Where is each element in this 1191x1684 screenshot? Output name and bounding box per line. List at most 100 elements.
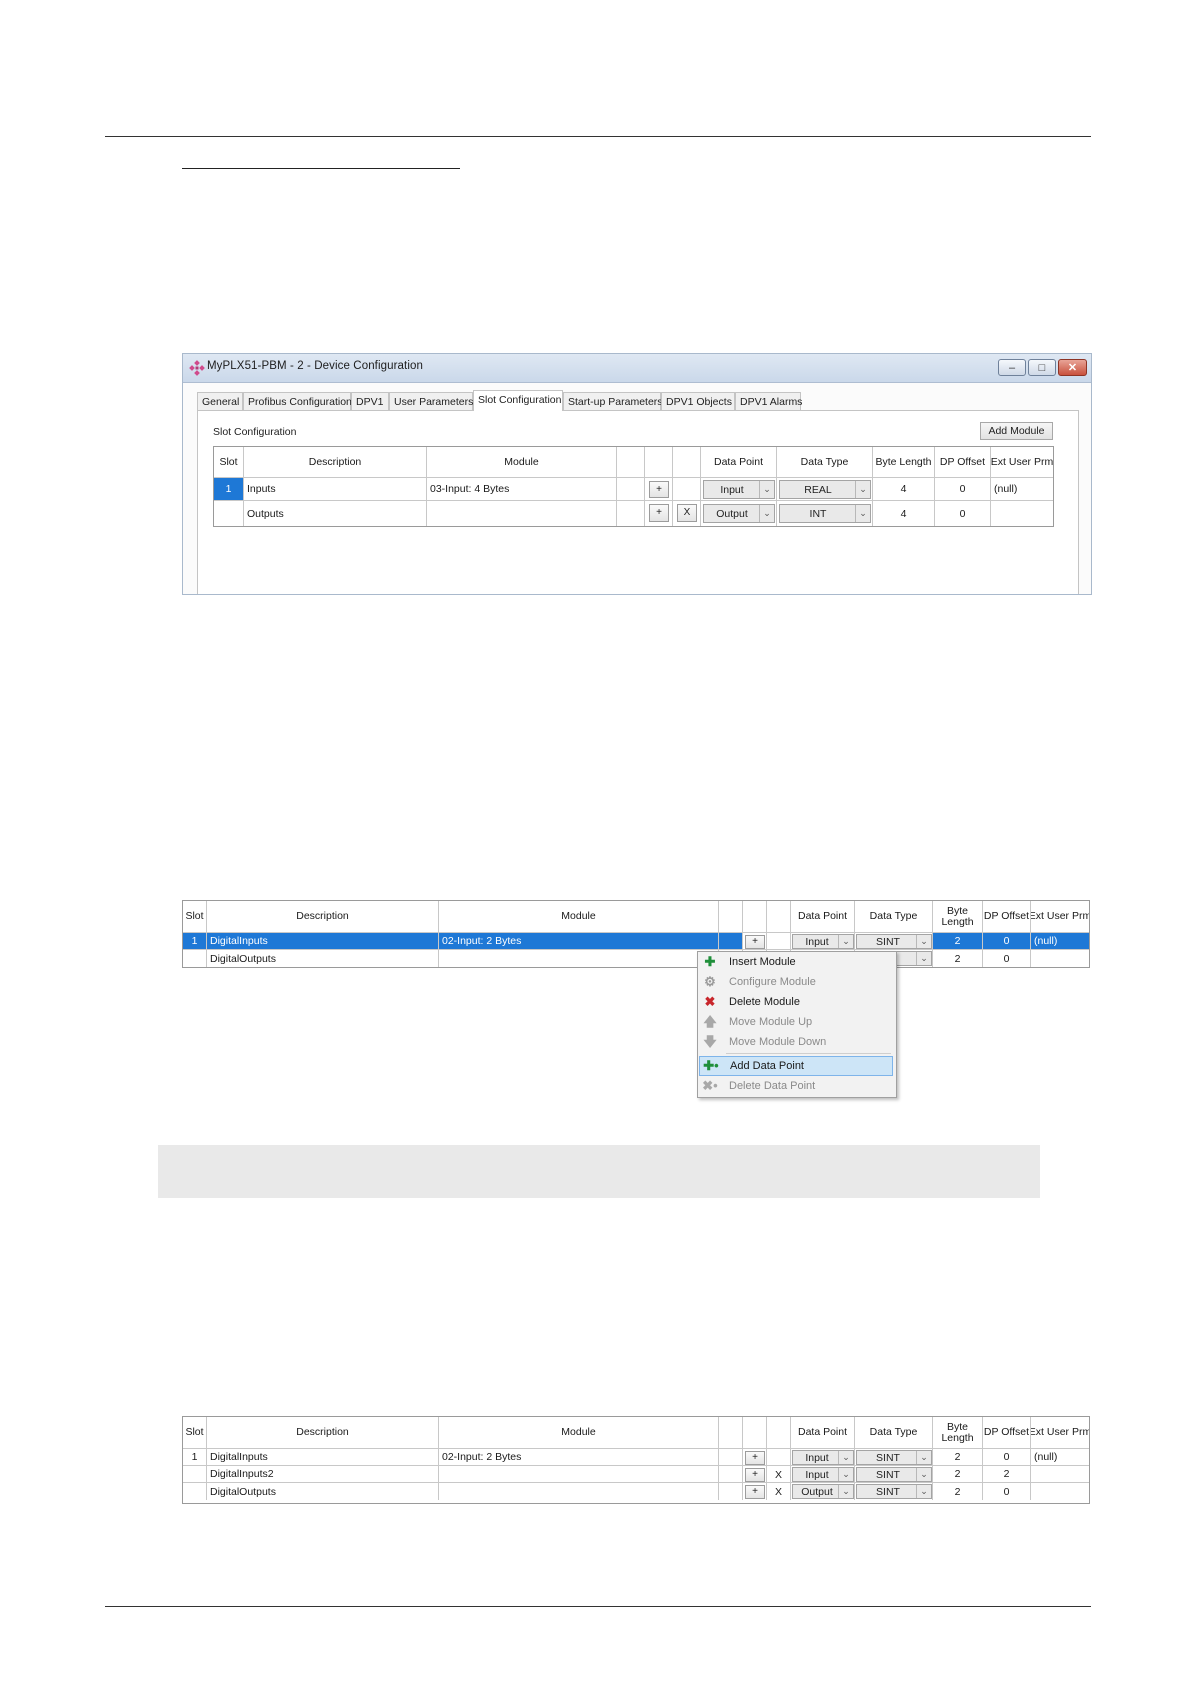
arrow-down-icon: 🡇 bbox=[703, 1034, 717, 1049]
col-header-data-point: Data Point bbox=[791, 901, 855, 933]
row1-data-point-select[interactable]: Input ⌄ bbox=[792, 934, 854, 949]
chevron-down-icon: ⌄ bbox=[759, 505, 774, 522]
row1-data-type-select[interactable]: SINT ⌄ bbox=[856, 1450, 932, 1465]
row2-ext-user-prm[interactable] bbox=[991, 501, 1053, 526]
add-module-button[interactable]: Add Module bbox=[980, 422, 1053, 440]
menu-configure-module[interactable]: ⚙ Configure Module bbox=[698, 972, 894, 992]
row2-data-point-select[interactable]: Output ⌄ bbox=[703, 504, 775, 523]
row1-byte-length[interactable]: 2 bbox=[933, 1449, 983, 1466]
row3-data-type-select[interactable]: SINT ⌄ bbox=[856, 1484, 932, 1499]
row1-description[interactable]: Inputs bbox=[244, 478, 427, 501]
row1-ext-user-prm[interactable]: (null) bbox=[991, 478, 1053, 501]
menu-delete-module[interactable]: ✖ Delete Module bbox=[698, 992, 894, 1012]
col-header-dp-offset: DP Offset bbox=[983, 1417, 1031, 1449]
row1-data-point-select[interactable]: Input ⌄ bbox=[792, 1450, 854, 1465]
row1-module[interactable]: 03-Input: 4 Bytes bbox=[427, 478, 617, 501]
row3-byte-length[interactable]: 2 bbox=[933, 1483, 983, 1500]
menu-delete-data-point[interactable]: ✖• Delete Data Point bbox=[698, 1076, 894, 1096]
row2-slot[interactable] bbox=[183, 1466, 207, 1483]
col-header-data-type: Data Type bbox=[855, 901, 933, 933]
row2-byte-length[interactable]: 4 bbox=[873, 501, 935, 526]
row1-data-type-select[interactable]: SINT ⌄ bbox=[856, 934, 932, 949]
col-header-blank-3 bbox=[767, 1417, 791, 1449]
tab-general[interactable]: General bbox=[197, 392, 243, 410]
note-box bbox=[158, 1145, 1040, 1198]
maximize-button[interactable]: □ bbox=[1028, 359, 1056, 376]
row2-byte-length[interactable]: 2 bbox=[933, 950, 983, 967]
row2-data-type-select[interactable]: SINT ⌄ bbox=[856, 1467, 932, 1482]
row2-byte-length[interactable]: 2 bbox=[933, 1466, 983, 1483]
row3-data-point-select[interactable]: Output ⌄ bbox=[792, 1484, 854, 1499]
row2-description[interactable]: Outputs bbox=[244, 501, 427, 526]
row1-byte-length[interactable]: 2 bbox=[933, 933, 983, 950]
row2-module[interactable] bbox=[439, 950, 719, 967]
row1-description[interactable]: DigitalInputs bbox=[207, 1449, 439, 1466]
col-header-slot: Slot bbox=[183, 1417, 207, 1449]
tab-profibus-configuration[interactable]: Profibus Configuration bbox=[243, 392, 352, 410]
row1-module[interactable]: 02-Input: 2 Bytes bbox=[439, 1449, 719, 1466]
chevron-down-icon: ⌄ bbox=[855, 481, 870, 498]
close-button[interactable]: ✕ bbox=[1058, 359, 1087, 376]
row1-module[interactable]: 02-Input: 2 Bytes bbox=[439, 933, 719, 950]
row2-description[interactable]: DigitalOutputs bbox=[207, 950, 439, 967]
menu-move-module-up[interactable]: 🡅 Move Module Up bbox=[698, 1012, 894, 1032]
row2-delete-data-point-button[interactable]: X bbox=[767, 1466, 791, 1483]
minimize-button[interactable]: – bbox=[998, 359, 1026, 376]
row2-module[interactable] bbox=[427, 501, 617, 526]
row1-blank bbox=[719, 933, 743, 950]
menu-add-data-point[interactable]: ✚• Add Data Point bbox=[699, 1056, 893, 1076]
row1-slot[interactable]: 1 bbox=[183, 1449, 207, 1466]
row2-data-type-select[interactable]: INT ⌄ bbox=[779, 504, 871, 523]
tab-dpv1-alarms[interactable]: DPV1 Alarms bbox=[735, 392, 802, 410]
tab-startup-parameters[interactable]: Start-up Parameters bbox=[563, 392, 663, 410]
window-titlebar: MyPLX51-PBM - 2 - Device Configuration –… bbox=[183, 354, 1091, 383]
row2-data-point-value: Input bbox=[805, 1468, 829, 1481]
row2-delete-data-point-button[interactable]: X bbox=[677, 504, 697, 522]
row2-description[interactable]: DigitalInputs2 bbox=[207, 1466, 439, 1483]
col-header-blank-2 bbox=[645, 447, 673, 478]
row3-ext-user-prm[interactable] bbox=[1031, 1483, 1089, 1500]
menu-insert-module[interactable]: ✚ Insert Module bbox=[698, 952, 894, 972]
row3-module[interactable] bbox=[439, 1483, 719, 1500]
row3-data-type-value: SINT bbox=[876, 1485, 900, 1498]
row1-ext-user-prm[interactable]: (null) bbox=[1031, 933, 1089, 950]
row2-dp-offset[interactable]: 2 bbox=[983, 1466, 1031, 1483]
col-header-slot: Slot bbox=[183, 901, 207, 933]
tab-dpv1[interactable]: DPV1 bbox=[351, 392, 389, 410]
tab-slot-configuration[interactable]: Slot Configuration bbox=[473, 390, 563, 411]
row2-slot[interactable] bbox=[214, 501, 244, 526]
row1-ext-user-prm[interactable]: (null) bbox=[1031, 1449, 1089, 1466]
col-header-blank-2 bbox=[743, 901, 767, 933]
chevron-down-icon: ⌄ bbox=[916, 1485, 931, 1498]
row2-module[interactable] bbox=[439, 1466, 719, 1483]
row2-add-data-point-button[interactable]: + bbox=[745, 1468, 765, 1482]
row1-data-point-select[interactable]: Input ⌄ bbox=[703, 480, 775, 499]
row1-byte-length[interactable]: 4 bbox=[873, 478, 935, 501]
row1-add-data-point-button[interactable]: + bbox=[745, 1451, 765, 1465]
slot-grid-context: Slot Description Module Data Point Data … bbox=[182, 900, 1090, 968]
row1-add-data-point-button[interactable]: + bbox=[745, 935, 765, 949]
row1-x-cell bbox=[673, 478, 701, 501]
row3-description[interactable]: DigitalOutputs bbox=[207, 1483, 439, 1500]
row3-slot[interactable] bbox=[183, 1483, 207, 1500]
row1-dp-offset: 0 bbox=[983, 933, 1031, 950]
row1-data-type-select[interactable]: REAL ⌄ bbox=[779, 480, 871, 499]
row3-delete-data-point-button[interactable]: X bbox=[767, 1483, 791, 1500]
tab-dpv1-objects[interactable]: DPV1 Objects bbox=[661, 392, 735, 410]
row1-dp-offset[interactable]: 0 bbox=[983, 1449, 1031, 1466]
row1-description[interactable]: DigitalInputs bbox=[207, 933, 439, 950]
row3-add-data-point-button[interactable]: + bbox=[745, 1485, 765, 1499]
row1-slot[interactable]: 1 bbox=[183, 933, 207, 950]
row2-data-type-value: INT bbox=[809, 507, 827, 520]
row2-ext-user-prm[interactable] bbox=[1031, 1466, 1089, 1483]
row1-add-data-point-button[interactable]: + bbox=[649, 481, 669, 498]
col-header-ext-user-prm: Ext User Prm bbox=[1031, 901, 1089, 933]
row2-add-data-point-button[interactable]: + bbox=[649, 504, 669, 522]
row2-ext-user-prm[interactable] bbox=[1031, 950, 1089, 967]
row1-slot[interactable]: 1 bbox=[214, 478, 244, 501]
row2-data-point-select[interactable]: Input ⌄ bbox=[792, 1467, 854, 1482]
menu-move-module-down[interactable]: 🡇 Move Module Down bbox=[698, 1032, 894, 1052]
tab-user-parameters[interactable]: User Parameters bbox=[389, 392, 473, 410]
row3-dp-offset[interactable]: 0 bbox=[983, 1483, 1031, 1500]
row2-slot[interactable] bbox=[183, 950, 207, 967]
